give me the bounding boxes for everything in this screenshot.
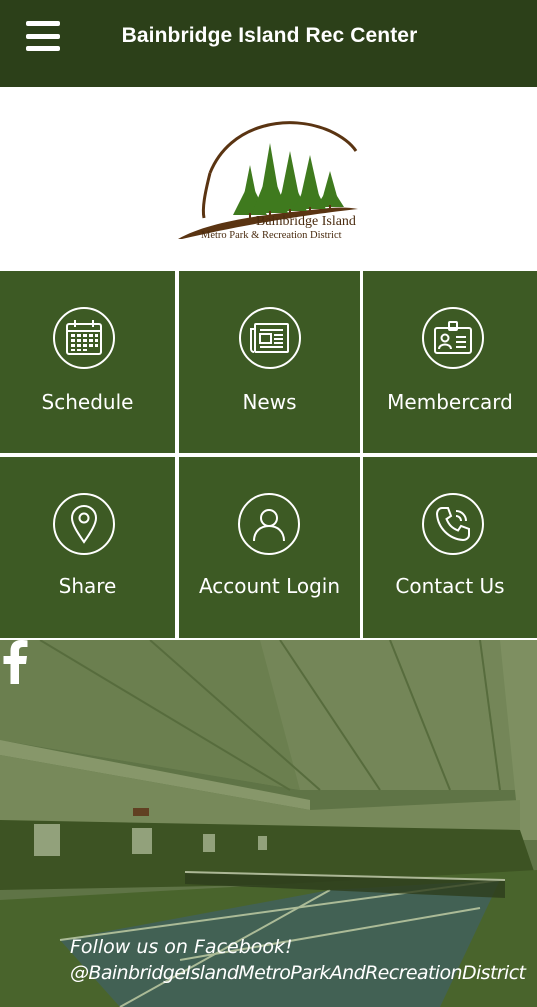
schedule-label: Schedule bbox=[41, 390, 134, 414]
news-label: News bbox=[242, 390, 297, 414]
account-login-tile[interactable]: Account Login bbox=[179, 457, 360, 638]
logo-subtitle: Metro Park & Recreation District bbox=[201, 230, 342, 241]
tennis-court-banner[interactable]: Follow us on Facebook! @BainbridgeIsland… bbox=[0, 640, 537, 1007]
facebook-handle[interactable]: @BainbridgeIslandMetroParkAndRecreationD… bbox=[70, 962, 526, 984]
logo-banner: Bainbridge Island Metro Park & Recreatio… bbox=[0, 87, 537, 271]
facebook-icon[interactable] bbox=[0, 640, 30, 684]
phone-icon bbox=[422, 493, 484, 555]
newspaper-icon bbox=[239, 307, 301, 369]
facebook-follow-text: Follow us on Facebook! bbox=[70, 936, 293, 958]
logo-title: Bainbridge Island bbox=[256, 214, 356, 229]
calendar-icon bbox=[53, 307, 115, 369]
schedule-tile[interactable]: Schedule bbox=[0, 271, 175, 453]
share-tile[interactable]: Share bbox=[0, 457, 175, 638]
app-title: Bainbridge Island Rec Center bbox=[121, 24, 418, 47]
news-tile[interactable]: News bbox=[179, 271, 360, 453]
account-login-label: Account Login bbox=[198, 574, 341, 598]
membercard-tile[interactable]: Membercard bbox=[363, 271, 537, 453]
map-pin-icon bbox=[53, 493, 115, 555]
menu-grid: Schedule News Membercard Share Account L… bbox=[0, 271, 537, 640]
id-card-icon bbox=[422, 307, 484, 369]
membercard-label: Membercard bbox=[387, 390, 513, 414]
app-header: Bainbridge Island Rec Center bbox=[0, 0, 537, 87]
user-icon bbox=[238, 493, 300, 555]
contact-us-label: Contact Us bbox=[395, 574, 505, 598]
contact-us-tile[interactable]: Contact Us bbox=[363, 457, 537, 638]
share-label: Share bbox=[58, 574, 117, 598]
